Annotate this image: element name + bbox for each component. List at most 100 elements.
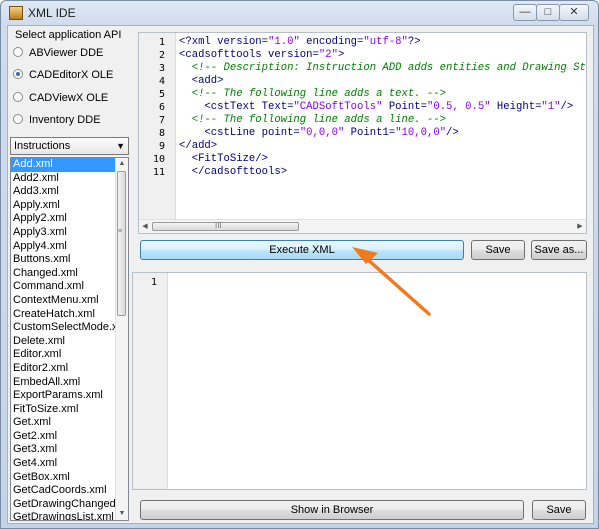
file-list-item[interactable]: Get2.xml [11, 430, 117, 444]
maximize-button[interactable]: □ [536, 4, 560, 21]
code-line[interactable]: <add> [179, 75, 224, 88]
scroll-left-icon[interactable]: ◀ [139, 220, 151, 233]
line-number: 4 [158, 76, 165, 87]
xml-code-editor[interactable]: 1 2 3 4 5 6 7 8 9 10 11 <?xml version="1.0" encodi… [138, 32, 587, 234]
code-line[interactable]: <cstText Text="CADSoftTools" Point="0.5,… [179, 101, 573, 114]
file-list-item[interactable]: Buttons.xml [11, 253, 117, 267]
scroll-thumb[interactable] [117, 171, 126, 316]
file-list-item[interactable]: Editor.xml [11, 348, 117, 362]
api-option-cadeditorx-ole[interactable]: CADEditorX OLE [13, 66, 113, 84]
app-window: XML IDE — □ ✕ Select application API ABV… [0, 0, 599, 529]
instruction-file-list[interactable]: Add.xml Add2.xml Add3.xml Apply.xml Apply2.x… [10, 157, 129, 521]
line-number: 9 [158, 141, 165, 152]
file-list-item[interactable]: ExportParams.xml [11, 389, 117, 403]
file-list-item[interactable]: Add.xml [11, 158, 117, 172]
code-line[interactable]: <cstLine point="0,0,0" Point1="10,0,0"/> [179, 127, 458, 140]
api-option-abviewer-dde[interactable]: ABViewer DDE [13, 44, 103, 62]
save-xml-button[interactable]: Save [471, 240, 525, 260]
scroll-up-icon[interactable]: ▲ [116, 158, 128, 170]
file-list-scrollbar[interactable]: ▲ ≡ ▼ [115, 158, 128, 520]
api-option-label: CADEditorX OLE [29, 69, 114, 81]
file-list-item[interactable]: CreateHatch.xml [11, 308, 117, 322]
xml-ide-app-icon [9, 6, 23, 20]
execute-xml-button[interactable]: Execute XML [140, 240, 464, 260]
code-line[interactable]: </add> [179, 140, 217, 153]
radio-selected-icon [13, 69, 23, 80]
file-list-item[interactable]: Get3.xml [11, 443, 117, 457]
line-number: 5 [158, 89, 165, 100]
code-token: Text= [261, 101, 294, 113]
api-option-label: Inventory DDE [29, 114, 101, 126]
code-token: "2" [318, 49, 338, 61]
code-token: <cstLine [179, 127, 262, 139]
api-option-inventory-dde[interactable]: Inventory DDE [13, 111, 101, 129]
instructions-dropdown[interactable]: Instructions ▼ [10, 137, 129, 155]
code-token: <?xml [179, 36, 218, 48]
file-list-item[interactable]: Apply3.xml [11, 226, 117, 240]
code-token: <FitToSize/> [179, 153, 269, 165]
close-button[interactable]: ✕ [559, 4, 589, 21]
api-group-label: Select application API [15, 29, 122, 41]
file-list-item[interactable]: Command.xml [11, 280, 117, 294]
radio-icon [13, 92, 23, 103]
file-list-item[interactable]: Delete.xml [11, 335, 117, 349]
line-number: 11 [152, 167, 165, 178]
file-list-item[interactable]: Add2.xml [11, 172, 117, 186]
file-list-item[interactable]: GetBox.xml [11, 471, 117, 485]
code-token: <!-- Description: Instruction ADD adds e… [179, 62, 586, 74]
code-line[interactable]: <FitToSize/> [179, 153, 268, 166]
code-token: "CADSoftTools" [293, 101, 383, 113]
file-list-item[interactable]: GetDrawingChanged.xml [11, 498, 117, 512]
output-editor[interactable]: 1 [132, 272, 587, 490]
file-list-item[interactable]: Changed.xml [11, 267, 117, 281]
code-token: Point1= [344, 127, 396, 139]
code-token: </add> [179, 140, 218, 152]
file-list-item[interactable]: Editor2.xml [11, 362, 117, 376]
dropdown-arrow-icon[interactable]: ▼ [116, 138, 125, 154]
file-list-item[interactable]: CustomSelectMode.xml [11, 321, 117, 335]
code-line[interactable]: <?xml version="1.0" encoding="utf-8"?> [179, 36, 421, 49]
line-number: 8 [158, 128, 165, 139]
file-list-item[interactable]: Add3.xml [11, 185, 117, 199]
file-list-item[interactable]: GetDrawingsList.xml [11, 511, 117, 520]
grip-icon: III [215, 221, 222, 230]
file-list-item[interactable]: Get4.xml [11, 457, 117, 471]
file-list-item[interactable]: ContextMenu.xml [11, 294, 117, 308]
file-list-item[interactable]: EmbedAll.xml [11, 376, 117, 390]
code-line[interactable]: </cadsofttools> [179, 166, 287, 179]
code-line[interactable]: <!-- The following line adds a text. --> [179, 88, 446, 101]
code-token: "1" [541, 101, 561, 113]
scroll-right-icon[interactable]: ▶ [574, 220, 586, 233]
scroll-down-icon[interactable]: ▼ [116, 508, 128, 520]
file-list-item[interactable]: Apply4.xml [11, 240, 117, 254]
code-token: "utf-8" [363, 36, 408, 48]
save-output-button[interactable]: Save [532, 500, 586, 520]
api-option-cadviewx-ole[interactable]: CADViewX OLE [13, 89, 108, 107]
file-list-item[interactable]: GetCadCoords.xml [11, 484, 117, 498]
file-list-item[interactable]: FitToSize.xml [11, 403, 117, 417]
code-token: <add> [179, 75, 224, 87]
api-option-label: CADViewX OLE [29, 92, 109, 104]
title-bar[interactable]: XML IDE — □ ✕ [1, 1, 598, 25]
code-token: <!-- The following line adds a text. --> [179, 88, 447, 100]
grip-icon: ≡ [118, 228, 123, 235]
dropdown-value: Instructions [14, 140, 71, 152]
code-token: </cadsofttools> [179, 166, 288, 178]
code-token: "0,0,0" [299, 127, 345, 139]
code-token: "1.0" [268, 36, 300, 48]
show-in-browser-button[interactable]: Show in Browser [140, 500, 524, 520]
editor-horizontal-scrollbar[interactable]: ◀ III ▶ [139, 219, 586, 233]
code-line[interactable]: <!-- The following line adds a line. --> [179, 114, 446, 127]
file-list-item[interactable]: Apply.xml [11, 199, 117, 213]
code-line[interactable]: <!-- Description: Instruction ADD adds e… [179, 62, 586, 75]
file-list-item[interactable]: Apply2.xml [11, 212, 117, 226]
code-token: "10,0,0" [395, 127, 447, 139]
save-as-button[interactable]: Save as... [531, 240, 587, 260]
radio-icon [13, 47, 23, 58]
scroll-thumb[interactable]: III [152, 221, 299, 231]
code-token: encoding= [299, 36, 364, 48]
code-token: Height= [490, 101, 542, 113]
file-list-item[interactable]: Get.xml [11, 416, 117, 430]
code-line[interactable]: <cadsofttools version="2"> [179, 49, 344, 62]
minimize-button[interactable]: — [513, 4, 537, 21]
